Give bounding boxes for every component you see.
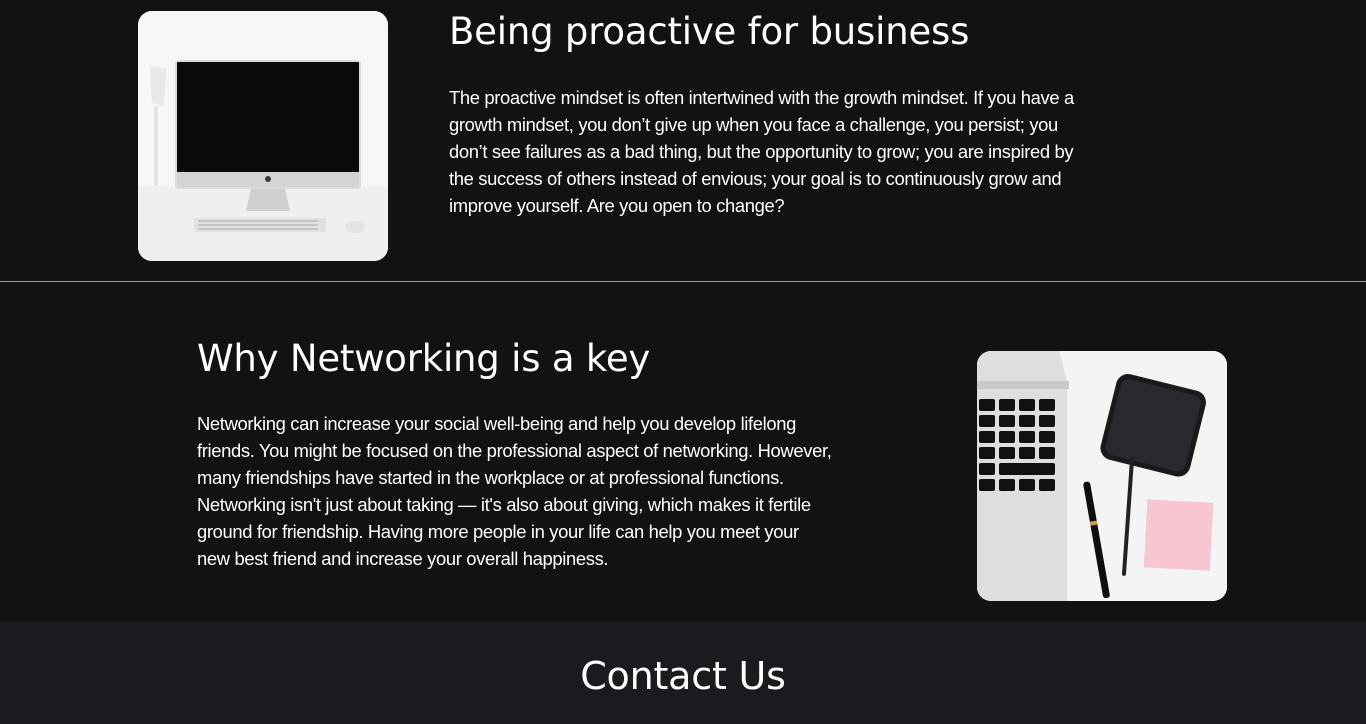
body-line: The proactive mindset is often intertwin… xyxy=(449,87,1074,108)
section-body: Networking can increase your social well… xyxy=(197,410,937,572)
body-line: growth mindset, you don’t give up when y… xyxy=(449,114,1058,135)
body-line: the success of others instead of envious… xyxy=(449,168,1062,189)
proactive-section: Being proactive for business The proacti… xyxy=(0,0,1366,282)
desktop-computer-image xyxy=(138,11,388,261)
laptop-phone-illustration xyxy=(977,351,1227,601)
body-line: improve yourself. Are you open to change… xyxy=(449,195,785,216)
body-line: don’t see failures as a bad thing, but t… xyxy=(449,141,1074,162)
body-line: friends. You might be focused on the pro… xyxy=(197,440,832,461)
desktop-computer-illustration xyxy=(138,11,388,261)
body-line: many friendships have started in the wor… xyxy=(197,467,784,488)
body-line: Networking isn't just about taking — it'… xyxy=(197,494,811,515)
section-title: Being proactive for business xyxy=(449,10,970,53)
contact-section: Contact Us xyxy=(0,622,1366,724)
body-line: ground for friendship. Having more peopl… xyxy=(197,521,799,542)
body-line: new best friend and increase your overal… xyxy=(197,548,609,569)
section-body: The proactive mindset is often intertwin… xyxy=(449,84,1189,219)
networking-section: Why Networking is a key Networking can i… xyxy=(0,283,1366,622)
section-title: Why Networking is a key xyxy=(197,337,651,380)
contact-title: Contact Us xyxy=(580,654,786,698)
body-line: Networking can increase your social well… xyxy=(197,413,797,434)
laptop-phone-image xyxy=(977,351,1227,601)
